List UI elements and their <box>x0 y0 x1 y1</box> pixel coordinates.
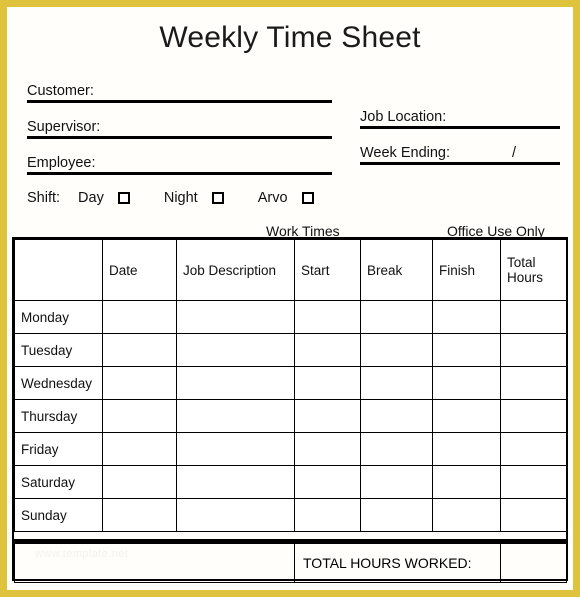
row-day-label: Sunday <box>14 498 103 532</box>
header-cell-finish: Finish <box>432 239 501 301</box>
cell-finish[interactable] <box>432 300 501 334</box>
timesheet-document: Weekly Time Sheet Customer: Supervisor: … <box>7 7 573 590</box>
cell-start[interactable] <box>294 333 361 367</box>
row-day-label: Monday <box>14 300 103 334</box>
table-row: Wednesday <box>14 366 567 400</box>
cell-break[interactable] <box>360 432 433 466</box>
cell-finish[interactable] <box>432 465 501 499</box>
checkbox-day[interactable] <box>117 192 130 204</box>
cell-date[interactable] <box>102 399 177 433</box>
watermark-text: www.template.net <box>35 548 129 560</box>
cell-finish[interactable] <box>432 333 501 367</box>
row-day-label: Friday <box>14 432 103 466</box>
cell-start[interactable] <box>294 366 361 400</box>
cell-start[interactable] <box>294 465 361 499</box>
cell-date[interactable] <box>102 465 177 499</box>
cell-total-hours[interactable] <box>500 366 567 400</box>
field-job-location-label: Job Location: <box>360 109 447 125</box>
total-hours-worked-label: TOTAL HOURS WORKED: <box>294 543 501 583</box>
cell-job-description[interactable] <box>176 498 295 532</box>
cell-break[interactable] <box>360 366 433 400</box>
header-cell-job-description: Job Description <box>176 239 295 301</box>
table-row: Saturday <box>14 465 567 499</box>
cell-job-description[interactable] <box>176 432 295 466</box>
cell-date[interactable] <box>102 300 177 334</box>
shift-option-night[interactable]: Night <box>164 190 224 206</box>
row-day-label: Saturday <box>14 465 103 499</box>
shift-option-arvo[interactable]: Arvo <box>258 190 314 206</box>
field-customer-label: Customer: <box>27 83 94 99</box>
table-row: Friday <box>14 432 567 466</box>
cell-job-description[interactable] <box>176 300 295 334</box>
timesheet-table: Date Job Description Start Break Finish … <box>14 239 567 532</box>
row-day-label: Tuesday <box>14 333 103 367</box>
cell-total-hours[interactable] <box>500 399 567 433</box>
shift-option-day[interactable]: Day <box>78 190 130 206</box>
cell-break[interactable] <box>360 399 433 433</box>
field-week-ending[interactable]: Week Ending: / <box>360 143 560 165</box>
row-day-label: Thursday <box>14 399 103 433</box>
field-supervisor[interactable]: Supervisor: <box>27 117 332 139</box>
shift-label: Shift: <box>27 190 61 206</box>
checkbox-arvo[interactable] <box>301 192 314 204</box>
field-employee[interactable]: Employee: <box>27 153 332 175</box>
cell-finish[interactable] <box>432 432 501 466</box>
cell-start[interactable] <box>294 300 361 334</box>
total-hours-worked-value[interactable] <box>500 543 567 583</box>
table-row: Monday <box>14 300 567 334</box>
header-cell-start: Start <box>294 239 361 301</box>
cell-start[interactable] <box>294 399 361 433</box>
shift-option-arvo-label: Arvo <box>257 190 288 206</box>
header-cell-blank <box>14 239 103 301</box>
header-cell-break: Break <box>360 239 433 301</box>
date-separator: / <box>512 145 517 161</box>
cell-break[interactable] <box>360 300 433 334</box>
cell-job-description[interactable] <box>176 333 295 367</box>
caption-work-times: Work Times <box>266 223 340 239</box>
cell-start[interactable] <box>294 498 361 532</box>
cell-break[interactable] <box>360 465 433 499</box>
caption-office-use-only: Office Use Only <box>447 223 545 239</box>
shift-option-night-label: Night <box>163 190 198 206</box>
row-day-label: Wednesday <box>14 366 103 400</box>
shift-option-day-label: Day <box>78 190 104 206</box>
cell-total-hours[interactable] <box>500 300 567 334</box>
cell-total-hours[interactable] <box>500 432 567 466</box>
cell-total-hours[interactable] <box>500 498 567 532</box>
cell-date[interactable] <box>102 333 177 367</box>
cell-job-description[interactable] <box>176 366 295 400</box>
cell-job-description[interactable] <box>176 399 295 433</box>
checkbox-night[interactable] <box>211 192 224 204</box>
cell-job-description[interactable] <box>176 465 295 499</box>
cell-finish[interactable] <box>432 366 501 400</box>
table-row: Thursday <box>14 399 567 433</box>
header-cell-total-hours: Total Hours <box>500 239 567 301</box>
table-header-row: Date Job Description Start Break Finish … <box>14 239 567 301</box>
cell-break[interactable] <box>360 333 433 367</box>
field-customer[interactable]: Customer: <box>27 81 332 103</box>
page-title: Weekly Time Sheet <box>159 21 421 54</box>
cell-date[interactable] <box>102 366 177 400</box>
cell-start[interactable] <box>294 432 361 466</box>
cell-date[interactable] <box>102 498 177 532</box>
cell-finish[interactable] <box>432 399 501 433</box>
field-week-ending-label: Week Ending: <box>360 145 451 161</box>
table-row: Sunday <box>14 498 567 532</box>
field-job-location[interactable]: Job Location: <box>360 107 560 129</box>
field-employee-label: Employee: <box>27 155 96 171</box>
table-row: Tuesday <box>14 333 567 367</box>
cell-date[interactable] <box>102 432 177 466</box>
cell-total-hours[interactable] <box>500 465 567 499</box>
header-cell-date: Date <box>102 239 177 301</box>
cell-finish[interactable] <box>432 498 501 532</box>
page-root: Weekly Time Sheet Customer: Supervisor: … <box>0 0 580 597</box>
cell-break[interactable] <box>360 498 433 532</box>
field-supervisor-label: Supervisor: <box>27 119 101 135</box>
cell-total-hours[interactable] <box>500 333 567 367</box>
shift-selector: Shift: Day Night Arvo <box>27 187 348 209</box>
